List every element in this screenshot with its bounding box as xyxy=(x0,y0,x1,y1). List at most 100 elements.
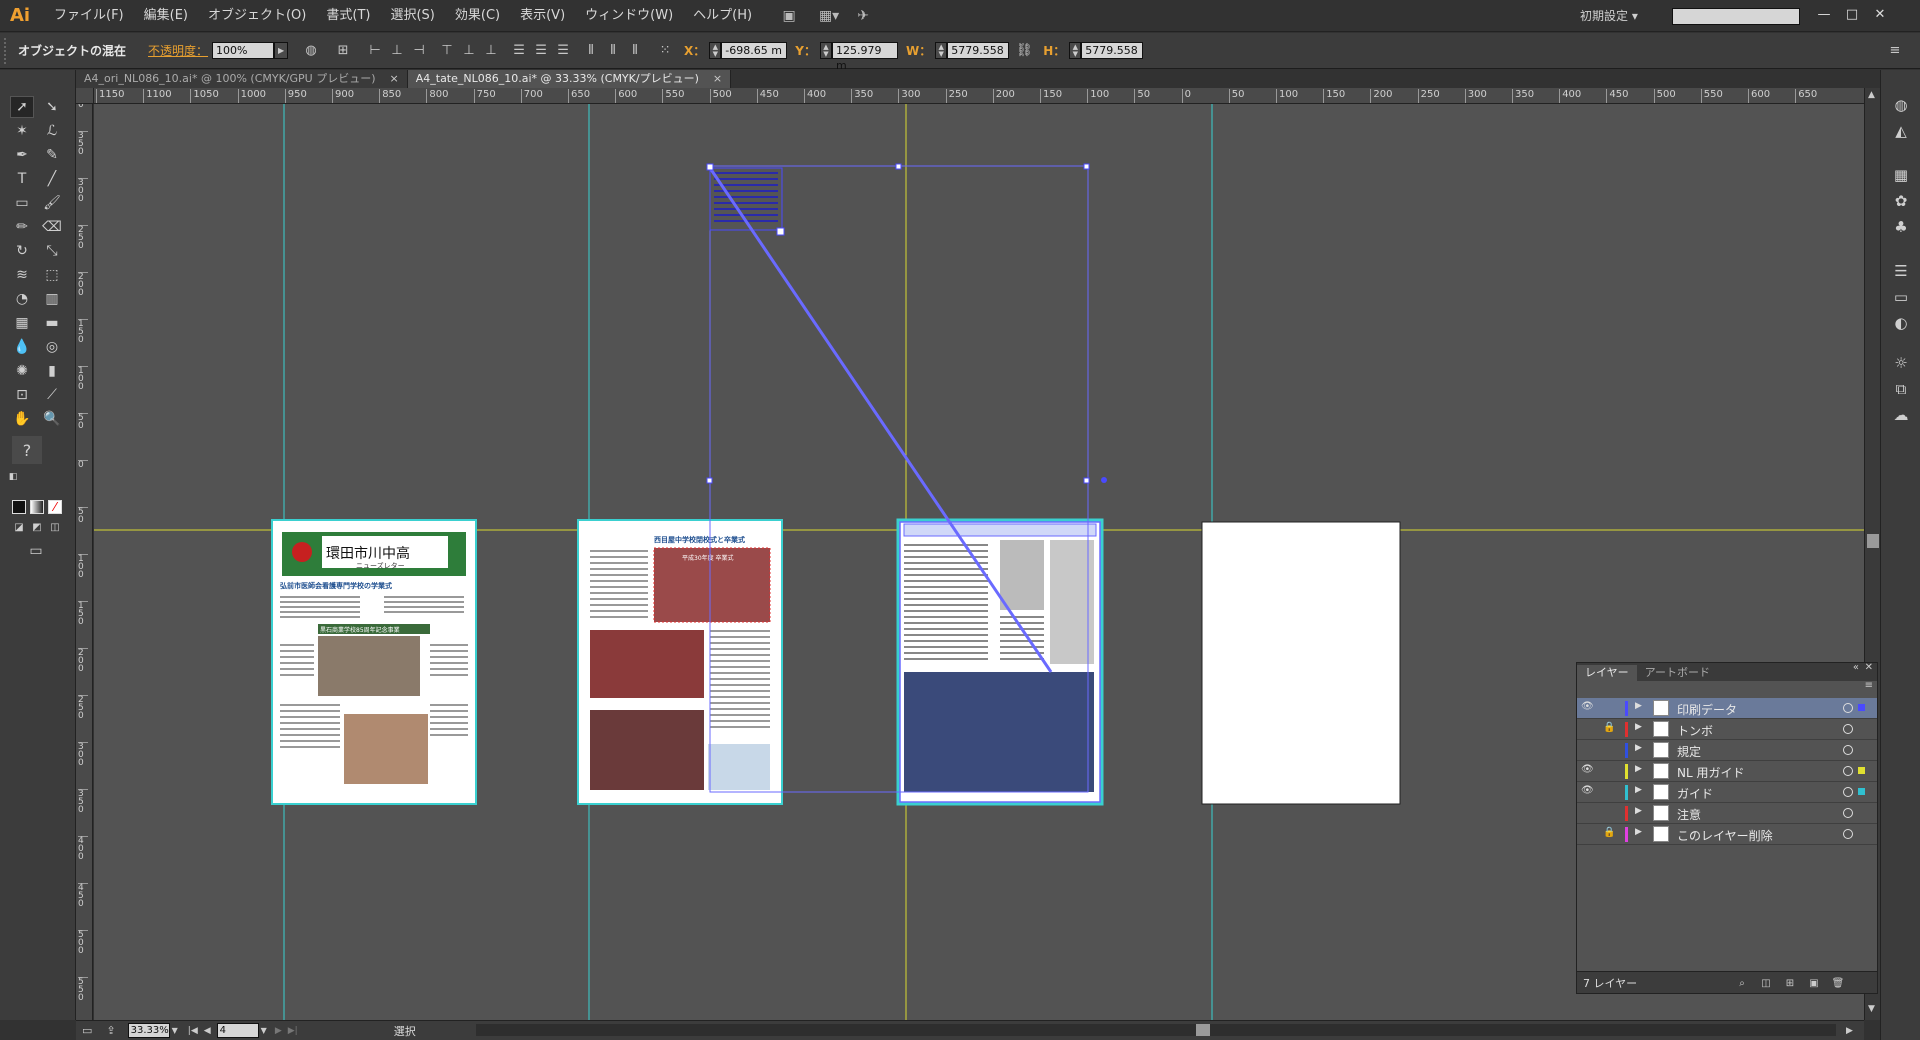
target-circle-icon[interactable] xyxy=(1843,703,1853,713)
selection-indicator[interactable] xyxy=(1858,704,1865,711)
align-to-icon[interactable]: ⊞ xyxy=(332,40,354,62)
trash-icon[interactable]: 🗑 xyxy=(1829,975,1847,991)
reference-point-icon[interactable]: ⁙ xyxy=(654,40,676,62)
expand-arrow-icon[interactable]: ▶ xyxy=(1635,806,1642,816)
x-spinner[interactable]: ▲ ▼ xyxy=(709,42,722,59)
blend-tool-icon[interactable]: ◎ xyxy=(40,336,64,358)
search-input[interactable] xyxy=(1672,8,1800,25)
opacity-input[interactable]: 100% xyxy=(212,42,275,59)
hscroll-thumb[interactable] xyxy=(1196,1024,1210,1036)
direct-selection-tool-icon[interactable]: ➘ xyxy=(40,96,64,118)
layer-name[interactable]: トンボ xyxy=(1677,722,1713,739)
locate-object-icon[interactable]: ⌕ xyxy=(1733,975,1751,991)
vertical-ruler[interactable]: 4 0 0 3 5 0 3 0 0 2 5 0 2 0 0 1 5 0 1 0 0 5 0 0 5… xyxy=(76,104,93,1020)
close-button[interactable]: ✕ xyxy=(1868,4,1892,24)
symbols-icon[interactable]: ♣ xyxy=(1889,216,1913,238)
lasso-tool-icon[interactable]: ℒ xyxy=(40,120,64,142)
ruler-origin[interactable] xyxy=(76,88,94,104)
zoom-input[interactable]: 33.33% xyxy=(127,1023,170,1038)
layer-row[interactable]: 🔒 ▶ トンボ xyxy=(1577,719,1877,740)
layer-name[interactable]: このレイヤー削除 xyxy=(1677,827,1773,844)
visibility-eye-icon[interactable] xyxy=(1581,827,1595,841)
layer-row[interactable]: 👁 ▶ 印刷データ xyxy=(1577,698,1877,719)
layer-name[interactable]: 規定 xyxy=(1677,743,1701,760)
align-left-icon[interactable]: ⊢ xyxy=(364,40,386,62)
y-spinner[interactable]: ▲ ▼ xyxy=(820,42,832,59)
expand-arrow-icon[interactable]: ▶ xyxy=(1635,701,1642,711)
artboard-number-input[interactable]: 4 xyxy=(216,1023,259,1038)
color-panel-icon[interactable]: ◍ xyxy=(1889,94,1913,116)
gradient-swatch-icon[interactable] xyxy=(30,500,44,514)
lock-icon[interactable]: 🔒 xyxy=(1603,827,1617,841)
gpu-icon[interactable]: ▭ xyxy=(82,1024,92,1037)
next-artboard-icon[interactable]: ▶ xyxy=(275,1026,282,1036)
y-input[interactable]: 125.979 m xyxy=(832,42,898,72)
type-tool-icon[interactable]: T xyxy=(10,168,34,190)
scroll-down-icon[interactable]: ▼ xyxy=(1868,1004,1875,1014)
expand-arrow-icon[interactable]: ▶ xyxy=(1635,722,1642,732)
selection-indicator[interactable] xyxy=(1858,746,1865,753)
expand-arrow-icon[interactable]: ▶ xyxy=(1635,743,1642,753)
recolor-icon[interactable]: ◍ xyxy=(300,40,322,62)
brushes-icon[interactable]: ✿ xyxy=(1889,190,1913,212)
draw-normal-icon[interactable]: ◪ xyxy=(12,520,26,534)
selection-indicator[interactable] xyxy=(1858,725,1865,732)
close-icon[interactable]: × xyxy=(713,70,722,88)
column-graph-tool-icon[interactable]: ▮ xyxy=(40,360,64,382)
help-tool-icon[interactable]: ? xyxy=(12,436,42,464)
transparency-icon[interactable]: ◐ xyxy=(1889,312,1913,334)
none-swatch-icon[interactable]: ⁄ xyxy=(48,500,62,514)
bridge-icon[interactable]: ▣ xyxy=(776,5,802,27)
panel-menu-icon[interactable]: ≡ xyxy=(1865,680,1873,691)
tab-layers[interactable]: レイヤー xyxy=(1577,665,1637,681)
eyedropper-tool-icon[interactable]: 💧 xyxy=(10,336,34,358)
opacity-label[interactable]: 不透明度： xyxy=(148,42,208,59)
lock-icon[interactable]: 🔒 xyxy=(1603,722,1617,736)
mesh-tool-icon[interactable]: ▦ xyxy=(10,312,34,334)
lock-icon[interactable] xyxy=(1603,806,1617,820)
hscroll-right-icon[interactable]: ▶ xyxy=(1846,1026,1853,1036)
align-hcenter-icon[interactable]: ⊥ xyxy=(386,40,408,62)
visibility-eye-icon[interactable] xyxy=(1581,722,1595,736)
layer-name[interactable]: NL 用ガイド xyxy=(1677,764,1744,781)
perspective-grid-tool-icon[interactable]: ▥ xyxy=(40,288,64,310)
panel-menu-icon[interactable]: ≡ xyxy=(1884,40,1906,62)
minimize-button[interactable]: — xyxy=(1812,4,1836,24)
scroll-thumb[interactable] xyxy=(1867,534,1879,548)
workspace-switcher[interactable]: 初期設定 ▾ xyxy=(1580,0,1638,32)
align-top-icon[interactable]: ⊤ xyxy=(436,40,458,62)
layer-row[interactable]: 👁 ▶ NL 用ガイド xyxy=(1577,761,1877,782)
tab-artboards[interactable]: アートボード xyxy=(1637,665,1718,681)
visibility-eye-icon[interactable]: 👁 xyxy=(1581,701,1595,715)
align-bottom-icon[interactable]: ⊥ xyxy=(480,40,502,62)
maximize-button[interactable]: □ xyxy=(1840,4,1864,24)
target-circle-icon[interactable] xyxy=(1843,787,1853,797)
swatches-icon[interactable]: ▦ xyxy=(1889,164,1913,186)
target-circle-icon[interactable] xyxy=(1843,766,1853,776)
tab-document-2[interactable]: A4_tate_NL086_10.ai* @ 33.33% (CMYK/プレビュ… xyxy=(407,70,732,88)
share-icon[interactable]: ⇪ xyxy=(106,1024,115,1037)
menu-item[interactable]: 編集(E) xyxy=(134,0,198,32)
gradient-tool-icon[interactable]: ▬ xyxy=(40,312,64,334)
target-circle-icon[interactable] xyxy=(1843,829,1853,839)
zoom-dropdown-icon[interactable]: ▼ xyxy=(172,1026,178,1035)
expand-arrow-icon[interactable]: ▶ xyxy=(1635,764,1642,774)
appearance-icon[interactable]: ☼ xyxy=(1889,352,1913,374)
target-circle-icon[interactable] xyxy=(1843,745,1853,755)
last-artboard-icon[interactable]: ▶| xyxy=(288,1026,298,1036)
w-input[interactable]: 5779.558 xyxy=(947,42,1010,59)
distribute-bottom-icon[interactable]: ☰ xyxy=(552,40,574,62)
gradient-icon[interactable]: ▭ xyxy=(1889,286,1913,308)
collapse-icon[interactable]: « xyxy=(1853,662,1859,673)
rectangle-tool-icon[interactable]: ▭ xyxy=(10,192,34,214)
menu-item[interactable]: 表示(V) xyxy=(510,0,575,32)
symbol-sprayer-tool-icon[interactable]: ✺ xyxy=(10,360,34,382)
h-input[interactable]: 5779.558 xyxy=(1081,42,1144,59)
lock-icon[interactable] xyxy=(1603,743,1617,757)
menu-item[interactable]: 選択(S) xyxy=(380,0,444,32)
target-circle-icon[interactable] xyxy=(1843,808,1853,818)
visibility-eye-icon[interactable]: 👁 xyxy=(1581,764,1595,778)
align-right-icon[interactable]: ⊣ xyxy=(408,40,430,62)
color-guide-icon[interactable]: ◭ xyxy=(1889,120,1913,142)
draw-inside-icon[interactable]: ◫ xyxy=(48,520,62,534)
